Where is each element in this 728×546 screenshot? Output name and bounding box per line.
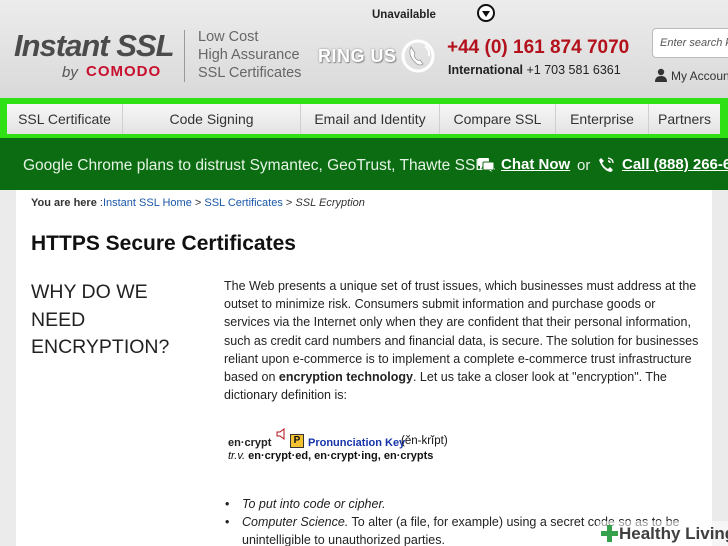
speaker-icon[interactable] — [276, 428, 288, 440]
nav-item-partners[interactable]: Partners — [649, 104, 720, 134]
intro-paragraph: The Web presents a unique set of trust i… — [224, 277, 700, 404]
section-heading-line-3: ENCRYPTION? — [31, 336, 170, 358]
plus-icon — [601, 525, 618, 542]
tagline-line-3: SSL Certificates — [198, 65, 302, 81]
status-unavailable: Unavailable — [372, 9, 436, 21]
definition-1-text: To put into code or cipher. — [242, 497, 386, 511]
my-account-label: My Accoun — [671, 69, 728, 83]
banner-or-text: or — [577, 157, 591, 174]
intro-text-part-1: The Web presents a unique set of trust i… — [224, 279, 699, 385]
section-heading-line-1: WHY DO WE — [31, 281, 148, 303]
phone-handset-icon — [401, 39, 435, 73]
word-forms: tr.v. en·crypt·ed, en·crypt·ing, en·cryp… — [228, 450, 433, 462]
call-phone-link[interactable]: Call (888) 266-6 — [622, 156, 728, 173]
breadcrumb-home-link[interactable]: Instant SSL Home — [103, 197, 192, 209]
dictionary-word: en·crypt — [228, 437, 272, 449]
chat-icon[interactable] — [478, 158, 494, 172]
search-input[interactable]: Enter search k — [652, 28, 728, 58]
phone-icon[interactable] — [598, 157, 614, 173]
chevron-down-icon[interactable] — [477, 4, 495, 22]
tagline-line-2: High Assurance — [198, 47, 300, 63]
banner-message: Google Chrome plans to distrust Symantec… — [23, 157, 496, 174]
breadcrumb-prefix: You are here — [31, 197, 97, 209]
nav-item-ssl-certificate[interactable]: SSL Certificate — [7, 104, 123, 134]
definition-2-prefix: Computer Science. — [242, 515, 349, 529]
part-of-speech: tr.v. — [228, 450, 246, 462]
my-account-link[interactable]: My Accoun — [654, 68, 728, 83]
ring-us-label: RING US — [318, 46, 397, 66]
breadcrumb-separator: > — [194, 197, 202, 209]
nav-item-compare-ssl[interactable]: Compare SSL — [440, 104, 556, 134]
logo-by-text: by — [62, 64, 78, 81]
phone-intl-number[interactable]: +1 703 581 6361 — [527, 63, 621, 77]
tagline: Low Cost High Assurance SSL Certificates — [198, 28, 301, 82]
breadcrumb-separator: > — [285, 197, 293, 209]
section-heading-line-2: NEED — [31, 308, 86, 331]
intro-bold-term: encryption technology — [278, 370, 413, 385]
logo-divider — [184, 30, 185, 82]
list-item: To put into code or cipher. — [224, 495, 694, 513]
nav-item-code-signing[interactable]: Code Signing — [123, 104, 301, 134]
inflected-forms: en·crypt·ed, en·crypt·ing, en·crypts — [248, 450, 434, 462]
breadcrumb-current: SSL Ecryption — [295, 197, 365, 209]
nav-item-enterprise[interactable]: Enterprise — [556, 104, 649, 134]
phone-number-uk[interactable]: +44 (0) 161 874 7070 — [447, 37, 629, 59]
breadcrumb-ssl-certificates-link[interactable]: SSL Certificates — [204, 197, 282, 209]
phone-international: International +1 703 581 6361 — [448, 63, 621, 77]
user-icon — [655, 68, 667, 82]
pronunciation-key-link[interactable]: Pronunciation Key — [308, 437, 405, 449]
pronunciation-text: (ĕn-krĭpt) — [401, 435, 448, 447]
logo-instant-ssl[interactable]: Instant SSL — [14, 28, 175, 64]
section-heading: WHY DO WE NEED ENCRYPTION? — [31, 279, 201, 362]
pronunciation-p-icon[interactable]: P — [290, 434, 304, 448]
nav-item-email-identity[interactable]: Email and Identity — [301, 104, 440, 134]
page-title: HTTPS Secure Certificates — [31, 232, 296, 255]
phone-intl-label: International — [448, 63, 524, 77]
chat-now-link[interactable]: Chat Now — [501, 156, 570, 173]
logo-comodo[interactable]: COMODO — [86, 63, 161, 80]
breadcrumb: You are here :Instant SSL Home > SSL Cer… — [31, 197, 365, 209]
tagline-line-1: Low Cost — [198, 29, 259, 45]
